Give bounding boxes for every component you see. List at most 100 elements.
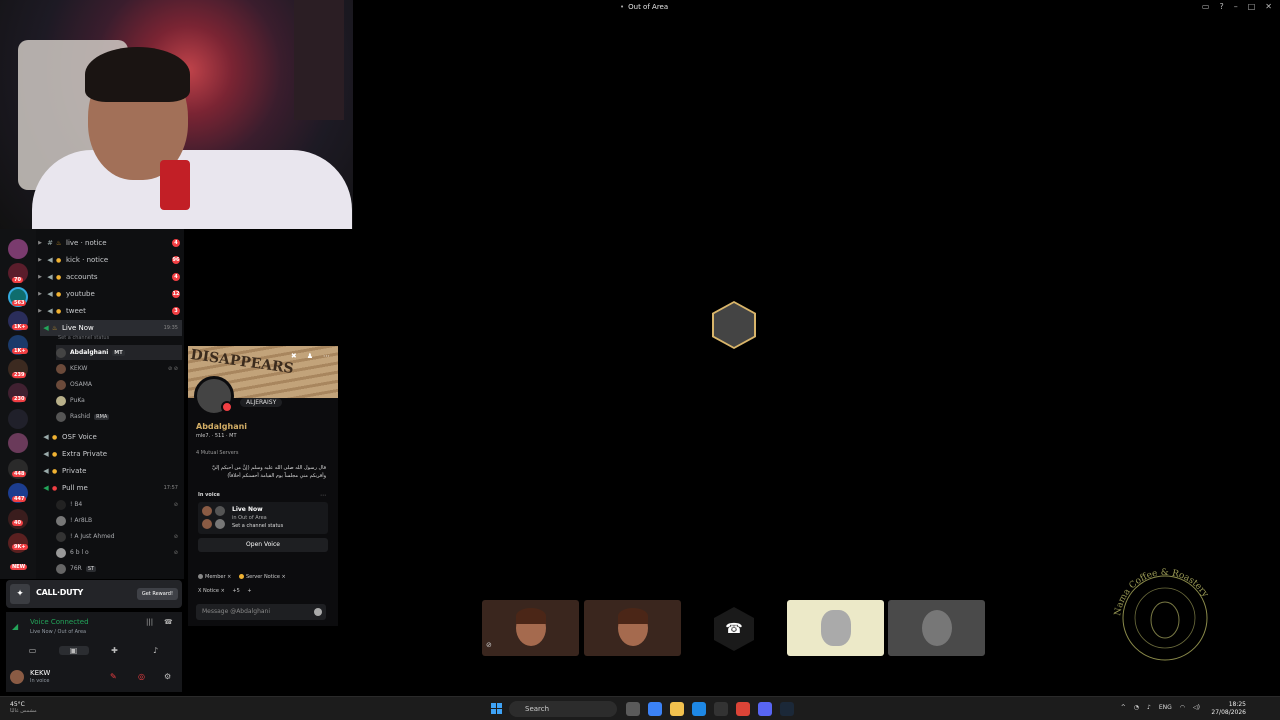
network-icon[interactable]: ◔	[1134, 704, 1139, 711]
avatar[interactable]	[10, 670, 24, 684]
activities-icon[interactable]: ✚	[100, 646, 130, 655]
file-explorer-icon[interactable]	[670, 702, 684, 716]
bell-icon: ●	[56, 290, 62, 298]
weather-widget[interactable]: 45°C مشمس غالبًا	[10, 701, 37, 714]
get-reward-button[interactable]: Get Reward!	[136, 588, 178, 600]
clock[interactable]: 18:25 27/08/2026	[1211, 701, 1246, 717]
channel-accounts[interactable]: ▶ ◀ ● accounts 4	[36, 269, 184, 285]
help-icon[interactable]: ?	[1219, 2, 1223, 11]
add-role-icon[interactable]: +	[247, 588, 251, 594]
window-title: Out of Area	[620, 3, 668, 11]
webcam-door	[294, 0, 344, 120]
avatar	[56, 395, 66, 406]
fire-icon: ♨	[52, 324, 58, 332]
pull-user[interactable]: 6 b l o ⊘	[56, 545, 182, 560]
chevron-up-icon[interactable]: ^	[1121, 704, 1126, 711]
start-icon[interactable]	[491, 703, 502, 714]
channel-live-notice[interactable]: ▶ # ♨ live · notice 4	[36, 235, 184, 251]
participant-tile[interactable]	[482, 600, 579, 656]
channel-extra-private[interactable]: ◀ ● Extra Private	[40, 446, 182, 462]
voice-user[interactable]: KEKW ⊘ ⊘	[56, 361, 182, 376]
x-icon[interactable]: ✖	[291, 352, 297, 360]
phone-icon: ☎	[725, 621, 743, 637]
settings-gear-icon[interactable]: ⚙	[164, 672, 171, 681]
channel-tweet[interactable]: ▶ ◀ ● tweet 3	[36, 303, 184, 319]
channel-kick-notice[interactable]: ▶ ◀ ● kick · notice 96	[36, 252, 184, 268]
server-badge: 1K+	[12, 348, 28, 354]
inbox-icon[interactable]: ▭	[1202, 2, 1210, 11]
channel-youtube[interactable]: ▶ ◀ ● youtube 12	[36, 286, 184, 302]
channel-list: ▶ # ♨ live · notice 4 ▶ ◀ ● kick · notic…	[36, 229, 184, 579]
profile-handle: mle7. · 511 · MT	[196, 433, 237, 439]
phone-tile[interactable]: ☎	[714, 607, 754, 651]
mutual-servers[interactable]: 4 Mutual Servers	[196, 450, 238, 456]
minimize-button[interactable]: –	[1234, 2, 1238, 11]
volume-icon[interactable]: ◁)	[1193, 704, 1200, 711]
store-icon[interactable]	[714, 702, 728, 716]
participant-tile[interactable]	[584, 600, 681, 656]
headset-muted-icon[interactable]: ◎	[138, 672, 145, 681]
voice-card[interactable]: Live Now in Out of Area Set a channel st…	[198, 502, 328, 534]
soundboard-icon[interactable]: ♪	[141, 646, 171, 655]
channel-pull-me[interactable]: ◀ ● Pull me 17:57	[40, 480, 182, 496]
noise-suppression-icon[interactable]: |||	[146, 618, 153, 626]
discord-icon[interactable]	[758, 702, 772, 716]
add-friend-icon[interactable]: ♟	[307, 352, 313, 360]
server-icon[interactable]	[8, 533, 28, 553]
speaker-icon: ◀	[43, 450, 49, 458]
mic-icon[interactable]: ♪	[1147, 704, 1151, 711]
pull-user[interactable]: ! B4 ⊘	[56, 497, 182, 512]
channel-osf-voice[interactable]: ◀ ● OSF Voice	[40, 429, 182, 445]
participant-tile[interactable]	[787, 600, 884, 656]
participant-tile[interactable]	[888, 600, 985, 656]
server-icon[interactable]	[8, 433, 28, 453]
voice-actions: ▭ ▣ ✚ ♪	[12, 642, 176, 658]
channel-live-now[interactable]: ◀ ♨ Live Now 19:35	[40, 320, 182, 336]
popout-icon[interactable]: ⊘	[486, 641, 492, 649]
channel-private[interactable]: ◀ ● Private	[40, 463, 182, 479]
edge-icon[interactable]	[692, 702, 706, 716]
voice-channel-name: Live Now	[232, 506, 263, 513]
role-more[interactable]: +5	[232, 588, 239, 594]
disconnect-icon[interactable]: ☎	[164, 618, 173, 626]
avatar	[202, 519, 212, 529]
mic-muted-icon[interactable]: ✎	[110, 672, 117, 681]
avatar	[202, 506, 212, 516]
pull-user[interactable]: ! A Just Ahmed ⊘	[56, 529, 182, 544]
camera-icon[interactable]: ▭	[18, 646, 48, 655]
more-icon[interactable]: ⋯	[323, 352, 330, 360]
speaker-icon: ◀	[43, 484, 49, 492]
more-icon[interactable]: ⋯	[320, 492, 326, 499]
wifi-icon[interactable]: ◠	[1180, 704, 1185, 711]
task-view-icon[interactable]	[626, 702, 640, 716]
role-chip[interactable]: Server Notice ×	[238, 574, 286, 580]
server-badge: 239	[12, 372, 27, 378]
voice-user[interactable]: OSAMA	[56, 377, 182, 392]
emoji-icon[interactable]	[314, 608, 322, 616]
voice-user[interactable]: PuKa	[56, 393, 182, 408]
server-icon[interactable]	[8, 509, 28, 529]
server-icon[interactable]	[8, 239, 28, 259]
role-chip[interactable]: X Notice ×	[198, 588, 225, 594]
copilot-icon[interactable]	[648, 702, 662, 716]
screenshare-icon[interactable]: ▣	[58, 645, 89, 655]
pull-user[interactable]: 76R ST	[56, 561, 182, 576]
server-icon[interactable]	[8, 409, 28, 429]
language-indicator[interactable]: ENG	[1159, 704, 1172, 711]
pull-user[interactable]: ! Ar8LB	[56, 513, 182, 528]
voice-user[interactable]: Abdalghani MT	[56, 345, 182, 360]
maximize-button[interactable]: □	[1248, 2, 1256, 11]
role-chip[interactable]: Member ×	[198, 574, 231, 580]
chrome-icon[interactable]	[736, 702, 750, 716]
profile-avatar[interactable]	[194, 376, 234, 416]
close-button[interactable]: ✕	[1265, 2, 1272, 11]
steam-icon[interactable]	[780, 702, 794, 716]
voice-user[interactable]: Rashid RMA	[56, 409, 182, 424]
message-input[interactable]: Message @Abdalghani	[196, 604, 326, 620]
open-voice-button[interactable]: Open Voice	[198, 538, 328, 552]
voice-location[interactable]: Live Now / Out of Area	[30, 629, 86, 635]
taskbar-search[interactable]: Search	[509, 701, 617, 717]
speaker-icon: ◀	[43, 467, 49, 475]
megaphone-icon: ◀	[47, 307, 53, 315]
channel-status[interactable]: Set a channel status	[58, 335, 109, 341]
